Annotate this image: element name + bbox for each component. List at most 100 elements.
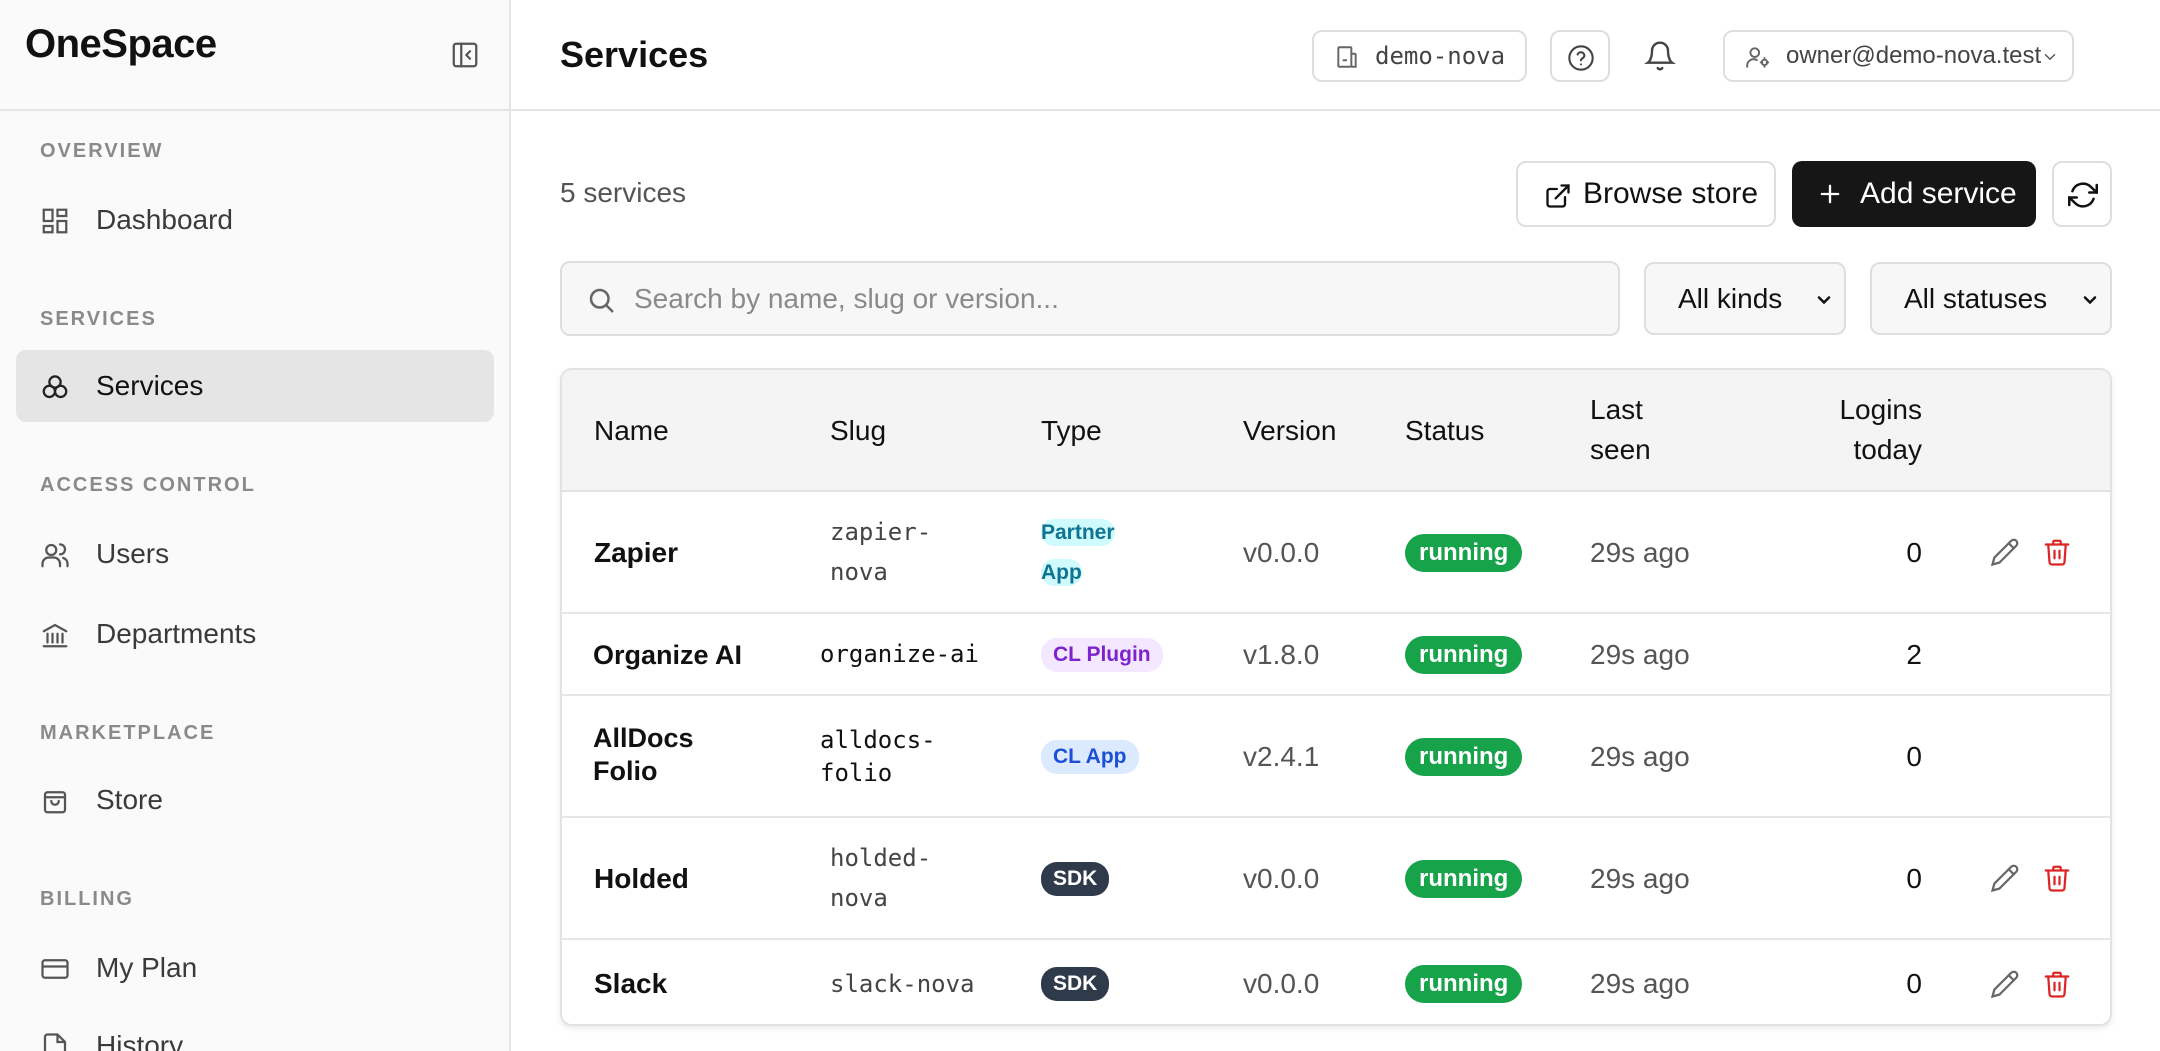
search-input[interactable] bbox=[634, 277, 1594, 321]
service-version: v0.0.0 bbox=[1243, 537, 1320, 568]
column-header-logins-today[interactable]: Logins today bbox=[1802, 390, 1922, 470]
users-icon bbox=[41, 543, 69, 568]
column-header-slug[interactable]: Slug bbox=[830, 411, 886, 451]
status-badge: running bbox=[1405, 738, 1523, 776]
section-overview: OVERVIEW bbox=[40, 140, 164, 162]
topbar: Services demo-nova owner@demo-nova.test bbox=[511, 0, 2160, 111]
logins-today: 2 bbox=[1906, 639, 1922, 670]
refresh-button[interactable] bbox=[2052, 161, 2112, 227]
search-box bbox=[560, 261, 1620, 336]
chevron-down-icon bbox=[2044, 54, 2056, 61]
service-slug: organize-ai bbox=[820, 640, 979, 668]
section-access-control: ACCESS CONTROL bbox=[40, 474, 256, 496]
bell-icon[interactable] bbox=[1644, 40, 1676, 72]
table-row[interactable]: Slack slack-nova SDK v0.0.0 running 29s … bbox=[562, 940, 2110, 1024]
service-slug: holded-nova bbox=[830, 844, 932, 912]
table-header: Name Slug Type Version Status Last seen … bbox=[562, 370, 2110, 492]
chevron-down-icon bbox=[1817, 296, 1831, 305]
edit-icon[interactable] bbox=[1990, 537, 2020, 567]
browse-store-label: Browse store bbox=[1583, 177, 1759, 210]
service-name[interactable]: Organize AI bbox=[593, 638, 742, 672]
last-seen: 29s ago bbox=[1590, 863, 1690, 894]
table-row[interactable]: Organize AI organize-ai CL Plugin v1.8.0… bbox=[562, 614, 2110, 696]
sidebar-item-store[interactable]: Store bbox=[16, 764, 494, 836]
page-title: Services bbox=[560, 34, 709, 75]
building-icon bbox=[1337, 46, 1357, 68]
type-badge-label: Partner App bbox=[1041, 519, 1115, 586]
sidebar-item-my-plan[interactable]: My Plan bbox=[16, 932, 494, 1004]
sidebar-item-label: Dashboard bbox=[96, 204, 233, 235]
type-badge: SDK bbox=[1041, 967, 1110, 1001]
service-slug: slack-nova bbox=[830, 970, 975, 998]
table-row[interactable]: AllDocs Folio alldocs-folio CL App v2.4.… bbox=[562, 696, 2110, 818]
delete-icon[interactable] bbox=[2042, 969, 2072, 999]
delete-icon[interactable] bbox=[2042, 863, 2072, 893]
section-billing: BILLING bbox=[40, 888, 134, 910]
last-seen: 29s ago bbox=[1590, 639, 1690, 670]
column-header-last-seen[interactable]: Last seen bbox=[1590, 390, 1680, 470]
edit-icon[interactable] bbox=[1990, 969, 2020, 999]
help-button[interactable] bbox=[1550, 30, 1610, 82]
sidebar-item-history[interactable]: History bbox=[16, 1010, 494, 1051]
services-table: Name Slug Type Version Status Last seen … bbox=[560, 368, 2112, 1026]
sidebar-item-label: My Plan bbox=[96, 952, 198, 983]
logins-today: 0 bbox=[1906, 537, 1922, 568]
column-header-type[interactable]: Type bbox=[1041, 411, 1102, 451]
service-version: v0.0.0 bbox=[1243, 863, 1320, 894]
last-seen: 29s ago bbox=[1590, 537, 1690, 568]
last-seen: 29s ago bbox=[1590, 741, 1690, 772]
sidebar-item-label: Store bbox=[96, 784, 163, 815]
service-version: v1.8.0 bbox=[1243, 639, 1320, 670]
service-name[interactable]: Zapier bbox=[594, 536, 678, 570]
add-service-label: Add service bbox=[1860, 177, 2017, 210]
search-icon bbox=[589, 288, 614, 313]
add-service-button[interactable]: Add service bbox=[1792, 161, 2036, 227]
app-logo: OneSpace bbox=[25, 22, 217, 66]
service-count: 5 services bbox=[560, 177, 687, 208]
type-badge: SDK bbox=[1041, 862, 1110, 896]
column-header-status[interactable]: Status bbox=[1405, 411, 1484, 451]
dashboard-icon bbox=[42, 208, 68, 234]
logins-today: 0 bbox=[1906, 968, 1922, 999]
table-row[interactable]: Zapier zapier-nova Partner App v0.0.0 ru… bbox=[562, 492, 2110, 614]
sidebar-item-services[interactable]: Services bbox=[16, 350, 494, 422]
edit-icon[interactable] bbox=[1990, 863, 2020, 893]
type-badge: Partner App bbox=[1041, 513, 1141, 593]
services-icon bbox=[42, 375, 68, 399]
sidebar: OneSpace OVERVIEW Dashboard SERVICES Ser… bbox=[0, 0, 511, 1051]
service-name[interactable]: Holded bbox=[594, 862, 689, 896]
sidebar-item-dashboard[interactable]: Dashboard bbox=[16, 184, 494, 256]
column-header-name[interactable]: Name bbox=[594, 411, 669, 451]
service-name[interactable]: Slack bbox=[594, 967, 667, 1001]
logins-today: 0 bbox=[1906, 741, 1922, 772]
user-menu[interactable]: owner@demo-nova.test bbox=[1723, 30, 2074, 82]
delete-icon[interactable] bbox=[2042, 537, 2072, 567]
external-link-icon bbox=[1546, 184, 1570, 208]
departments-icon bbox=[42, 623, 68, 648]
type-badge: CL Plugin bbox=[1041, 638, 1163, 672]
kind-filter-select[interactable]: All kinds bbox=[1644, 262, 1846, 335]
status-badge: running bbox=[1405, 636, 1523, 674]
plan-icon bbox=[41, 959, 69, 979]
sidebar-item-label: Users bbox=[96, 538, 170, 569]
refresh-icon bbox=[2068, 182, 2098, 208]
sidebar-item-label: Services bbox=[96, 370, 204, 401]
org-switcher[interactable]: demo-nova bbox=[1312, 30, 1527, 82]
sidebar-item-departments[interactable]: Departments bbox=[16, 598, 494, 670]
sidebar-collapse-icon[interactable] bbox=[450, 40, 480, 70]
service-version: v0.0.0 bbox=[1243, 968, 1320, 999]
section-services: SERVICES bbox=[40, 308, 157, 330]
sidebar-item-label: History bbox=[96, 1030, 184, 1051]
status-badge: running bbox=[1405, 534, 1523, 572]
browse-store-button[interactable]: Browse store bbox=[1516, 161, 1776, 227]
status-filter-select[interactable]: All statuses bbox=[1870, 262, 2112, 335]
service-name[interactable]: AllDocs Folio bbox=[593, 722, 743, 788]
table-row[interactable]: Holded holded-nova SDK v0.0.0 running 29… bbox=[562, 818, 2110, 940]
sidebar-item-users[interactable]: Users bbox=[16, 518, 494, 590]
chevron-down-icon bbox=[2083, 296, 2097, 305]
sidebar-item-label: Departments bbox=[96, 618, 257, 649]
status-badge: running bbox=[1405, 965, 1523, 1003]
column-header-version[interactable]: Version bbox=[1243, 411, 1336, 451]
help-icon bbox=[1568, 45, 1594, 71]
service-slug: zapier-nova bbox=[830, 518, 932, 586]
